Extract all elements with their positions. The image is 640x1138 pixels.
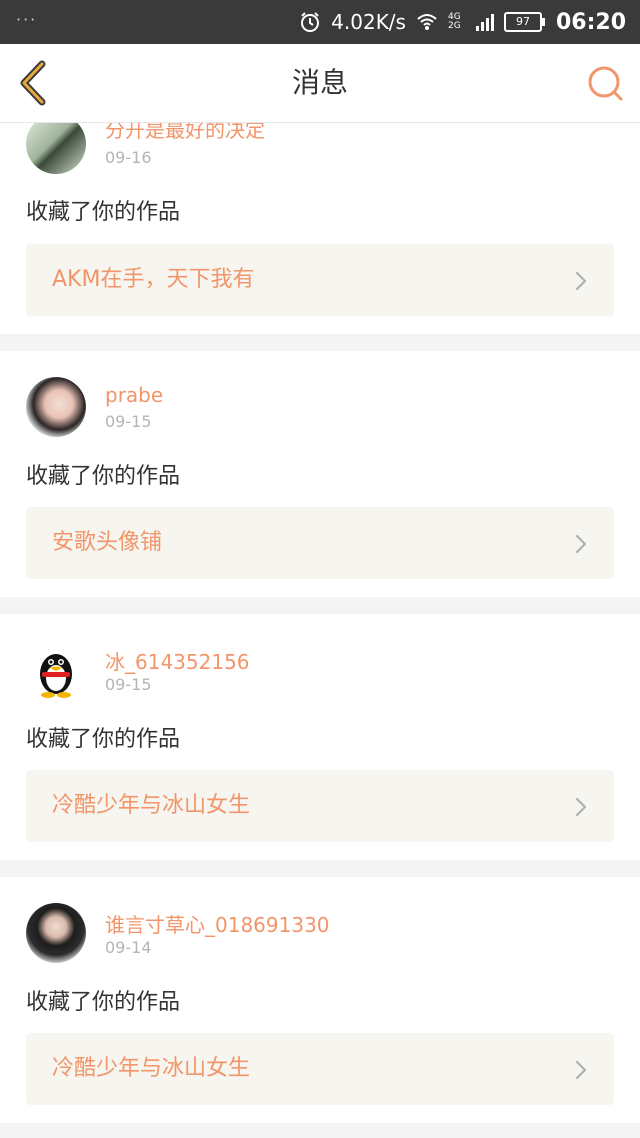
username[interactable]: 冰_614352156 (105, 646, 250, 675)
clock: 06:20 (555, 9, 626, 35)
message-action: 收藏了你的作品 (26, 200, 181, 225)
message-date: 09-14 (105, 938, 152, 957)
message-date: 09-15 (105, 675, 152, 694)
alarm-icon (301, 12, 320, 32)
work-title: 冷酷少年与冰山女生 (52, 793, 251, 818)
notification-dots: ··· (16, 10, 38, 29)
qq-penguin-icon (40, 654, 72, 698)
chevron-right-icon (575, 271, 587, 291)
message-card: 冰_614352156 09-15 收藏了你的作品 冷酷少年与冰山女生 (0, 614, 640, 860)
battery-level: 97 (515, 15, 530, 28)
username[interactable]: 分开是最好的决定 (105, 122, 265, 143)
battery-icon: 97 (503, 12, 545, 32)
username[interactable]: prabe (105, 383, 163, 407)
chevron-right-icon (575, 797, 587, 817)
message-card: 分开是最好的决定 09-16 收藏了你的作品 AKM在手，天下我有 (0, 122, 640, 334)
avatar[interactable] (26, 903, 86, 963)
status-bar: ··· 4.02K/s 4G 2G 97 06:20 (0, 0, 640, 44)
avatar[interactable] (26, 640, 86, 700)
chevron-right-icon (575, 534, 587, 554)
chevron-right-icon (575, 1060, 587, 1080)
message-card: 谁言寸草心_018691330 09-14 收藏了你的作品 冷酷少年与冰山女生 (0, 877, 640, 1123)
signal-icon (475, 13, 494, 31)
message-action: 收藏了你的作品 (26, 464, 181, 489)
avatar[interactable] (26, 377, 86, 437)
work-title: 安歌头像铺 (52, 530, 163, 555)
avatar[interactable] (26, 122, 86, 174)
search-icon[interactable] (586, 64, 624, 102)
work-link[interactable]: 冷酷少年与冰山女生 (26, 1033, 614, 1105)
message-feed[interactable]: 分开是最好的决定 09-16 收藏了你的作品 AKM在手，天下我有 prabe … (0, 122, 640, 1138)
message-card: prabe 09-15 收藏了你的作品 安歌头像铺 (0, 351, 640, 597)
message-date: 09-16 (105, 148, 152, 167)
work-title: 冷酷少年与冰山女生 (52, 1056, 251, 1081)
network-speed: 4.02K/s (331, 10, 406, 34)
message-action: 收藏了你的作品 (26, 990, 181, 1015)
work-link[interactable]: 冷酷少年与冰山女生 (26, 770, 614, 842)
navbar: 消息 (0, 44, 640, 123)
network-type: 4G 2G (447, 12, 461, 31)
work-title: AKM在手，天下我有 (52, 267, 255, 292)
message-date: 09-15 (105, 412, 152, 431)
page-title: 消息 (291, 66, 348, 99)
work-link[interactable]: 安歌头像铺 (26, 507, 614, 579)
work-link[interactable]: AKM在手，天下我有 (26, 244, 614, 316)
username[interactable]: 谁言寸草心_018691330 (105, 909, 330, 938)
message-action: 收藏了你的作品 (26, 727, 181, 752)
wifi-icon (417, 14, 437, 30)
